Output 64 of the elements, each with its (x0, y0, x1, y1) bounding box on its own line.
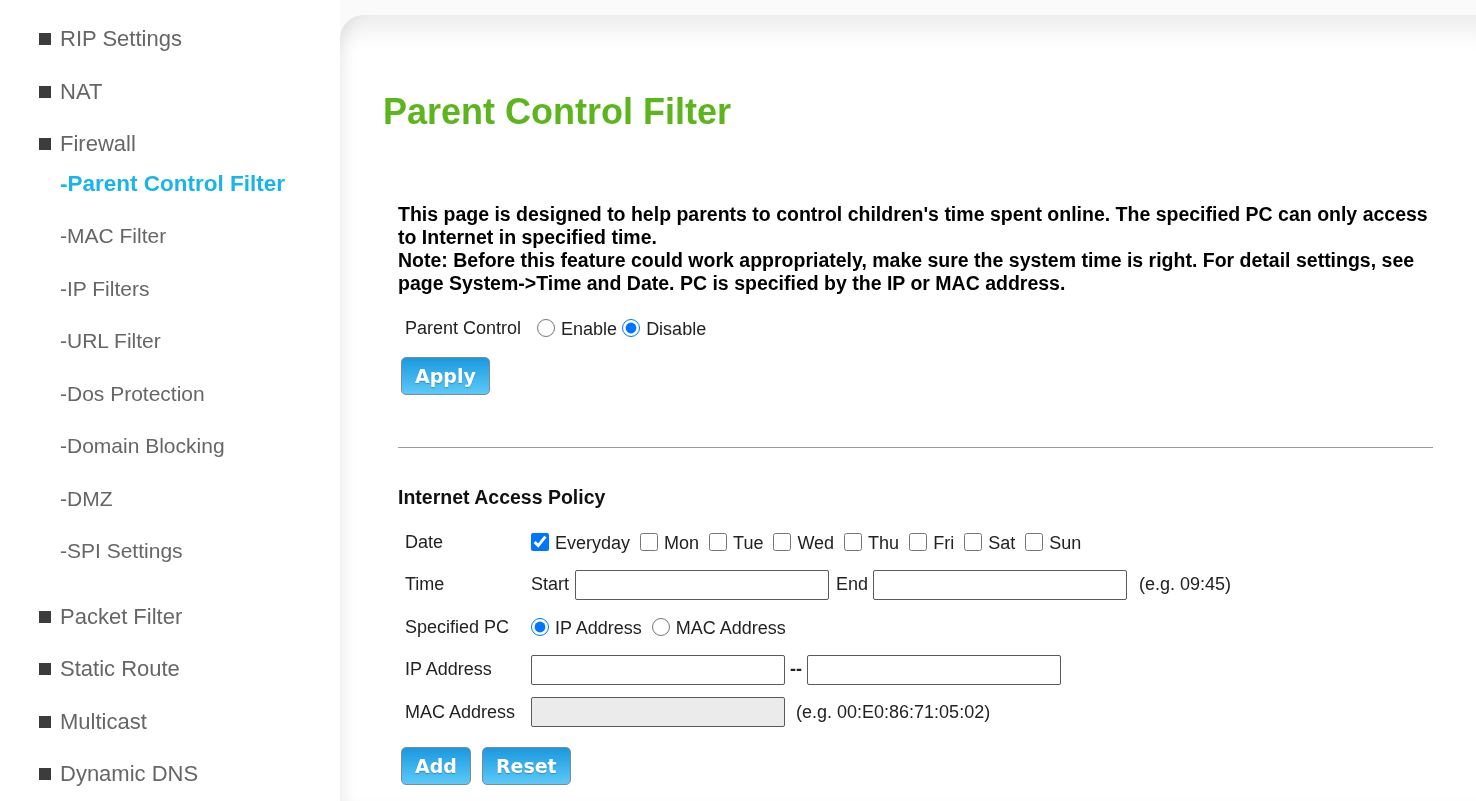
option-label[interactable]: MAC Address (675, 615, 786, 640)
sidebar-item[interactable]: -Dos Protection (60, 381, 205, 406)
square-bullet-icon (39, 663, 51, 676)
sidebar-item[interactable]: Packet Filter (39, 603, 183, 630)
field-label: End (836, 574, 869, 596)
field-label: Parent Control (405, 317, 522, 339)
field-label: Date (405, 531, 444, 553)
field-label: MAC Address (405, 701, 516, 723)
page-title: Parent Control Filter (383, 91, 732, 133)
option-label[interactable]: Tue (733, 530, 764, 555)
sidebar-item[interactable]: -DMZ (60, 486, 113, 511)
sidebar-item[interactable]: Dynamic DNS (39, 761, 199, 788)
sidebar-item[interactable]: -URL Filter (60, 329, 161, 354)
description-text: This page is designed to help parents to control children's time spent online. The specified PC can only access to Internet in specified time. (398, 202, 1429, 249)
sidebar-item[interactable]: Firewall (39, 131, 136, 158)
field-label: Time (405, 574, 445, 596)
square-bullet-icon (39, 85, 51, 98)
checkbox[interactable] (964, 533, 983, 552)
sidebar-item[interactable]: NAT (39, 78, 103, 105)
radio-button[interactable] (651, 618, 670, 637)
option-label[interactable]: Thu (868, 530, 900, 555)
option-label[interactable]: Disable (646, 316, 707, 340)
checkbox[interactable] (709, 533, 728, 552)
square-bullet-icon (39, 610, 51, 623)
section-heading: Internet Access Policy (398, 485, 606, 509)
sidebar-item[interactable]: Multicast (39, 708, 147, 735)
checkbox[interactable] (773, 533, 792, 552)
input-field[interactable] (575, 569, 829, 600)
field-label: Specified PC (405, 616, 510, 638)
square-bullet-icon (39, 715, 51, 728)
option-label[interactable]: Everyday (555, 530, 631, 555)
option-label[interactable]: Enable (561, 316, 618, 340)
sidebar-item[interactable]: -MAC Filter (60, 224, 167, 249)
field-label: Start (531, 574, 569, 596)
option-label[interactable]: Mon (664, 530, 700, 555)
description-text: Note: Before this feature could work appropriately, make sure the system time is right. For detail settings, see page System->Time and Date. PC is specified by the IP or MAC address. (398, 248, 1416, 295)
sidebar-item[interactable]: RIP Settings (39, 26, 182, 53)
input-field[interactable] (807, 654, 1061, 685)
input-field[interactable] (531, 654, 785, 685)
checkbox[interactable] (844, 533, 863, 552)
checkbox[interactable] (1025, 533, 1044, 552)
input-field[interactable] (873, 569, 1128, 600)
square-bullet-icon (39, 138, 51, 151)
option-label[interactable]: Sat (988, 530, 1016, 555)
radio-button[interactable] (537, 319, 556, 337)
square-bullet-icon (39, 33, 51, 46)
sidebar-item[interactable]: Static Route (39, 656, 180, 683)
checkbox[interactable] (531, 533, 549, 552)
checkbox[interactable] (640, 533, 659, 552)
sidebar-item[interactable]: -SPI Settings (60, 539, 183, 564)
square-bullet-icon (39, 768, 51, 781)
sidebar-item[interactable]: -IP Filters (60, 276, 150, 301)
hint-text: (e.g. 00:E0:86:71:05:02) (796, 701, 991, 723)
option-label[interactable]: Fri (933, 530, 955, 555)
hint-text: (e.g. 09:45) (1139, 574, 1232, 596)
option-label[interactable]: Wed (797, 530, 835, 555)
separator-text: -- (790, 659, 802, 681)
option-label[interactable]: IP Address (555, 615, 642, 640)
option-label[interactable]: Sun (1049, 530, 1082, 555)
checkbox[interactable] (909, 533, 928, 552)
radio-button[interactable] (531, 618, 549, 637)
field-label: IP Address (405, 659, 492, 681)
radio-button[interactable] (622, 319, 641, 337)
sidebar-item[interactable]: -Domain Blocking (60, 434, 225, 459)
